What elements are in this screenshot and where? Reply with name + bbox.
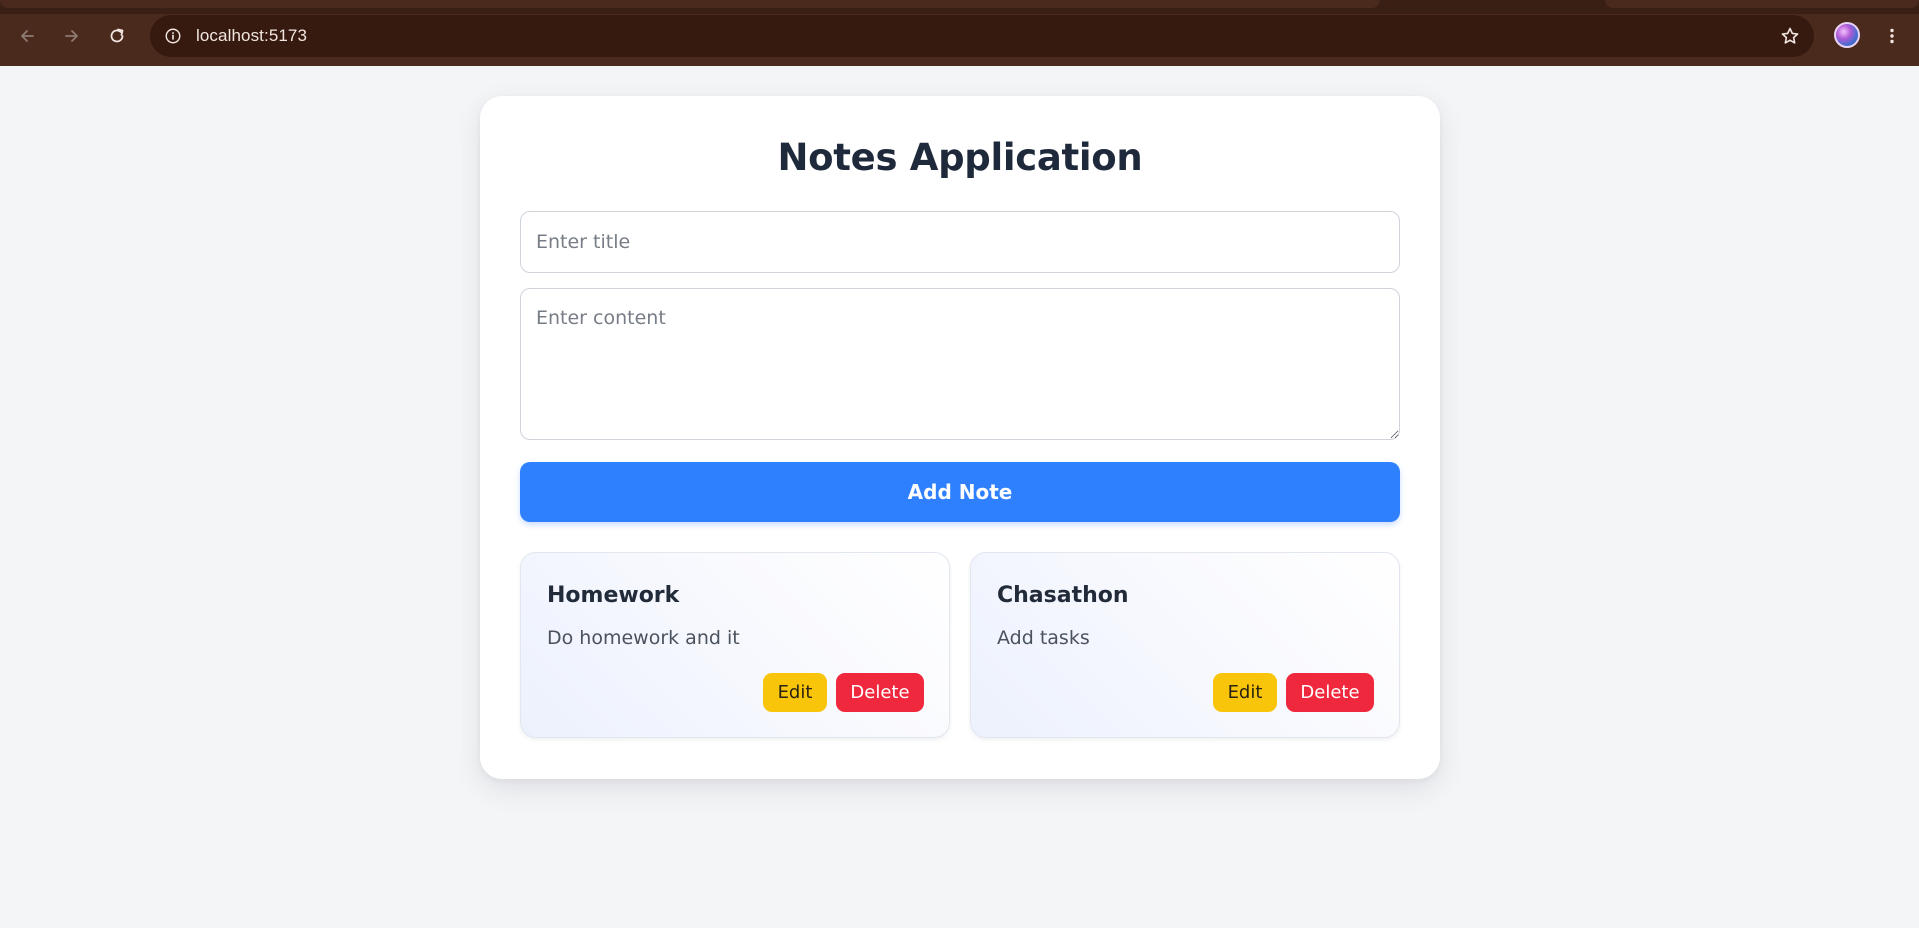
note-card: Homework Do homework and it Edit Delete	[520, 552, 950, 738]
delete-button[interactable]: Delete	[1286, 673, 1374, 712]
bookmark-button[interactable]	[1776, 22, 1804, 50]
tab-gap	[1380, 0, 1605, 8]
reload-icon	[110, 28, 124, 43]
reload-button[interactable]	[102, 21, 132, 51]
note-content: Add tasks	[997, 627, 1090, 649]
add-note-button[interactable]: Add Note	[520, 462, 1400, 522]
active-tab-edge	[0, 0, 1380, 8]
notes-app-card: Notes Application Add Note Homework Do h…	[480, 96, 1440, 779]
star-icon	[1781, 27, 1799, 44]
page-title: Notes Application	[777, 136, 1143, 179]
note-title: Homework	[547, 583, 680, 608]
title-input[interactable]	[520, 211, 1400, 273]
edit-button[interactable]: Edit	[1213, 673, 1277, 712]
forward-button[interactable]	[57, 21, 87, 51]
back-button[interactable]	[12, 21, 42, 51]
tab-strip	[0, 0, 1919, 14]
arrow-left-icon	[21, 30, 34, 42]
inactive-tab-edge	[1605, 0, 1919, 8]
note-card: Chasathon Add tasks Edit Delete	[970, 552, 1400, 738]
browser-menu-button[interactable]	[1878, 21, 1906, 51]
browser-toolbar: localhost:5173	[0, 0, 1919, 66]
note-title: Chasathon	[997, 583, 1129, 608]
url-text[interactable]: localhost:5173	[196, 26, 307, 46]
edit-button[interactable]: Edit	[763, 673, 827, 712]
note-content: Do homework and it	[547, 627, 740, 649]
address-bar[interactable]: localhost:5173	[150, 15, 1814, 57]
more-vert-icon	[1890, 28, 1894, 44]
site-info-button[interactable]	[160, 23, 186, 49]
content-input[interactable]	[520, 288, 1400, 440]
arrow-right-icon	[65, 30, 78, 42]
delete-button[interactable]: Delete	[836, 673, 924, 712]
info-icon	[165, 28, 181, 44]
avatar[interactable]	[1834, 22, 1860, 48]
